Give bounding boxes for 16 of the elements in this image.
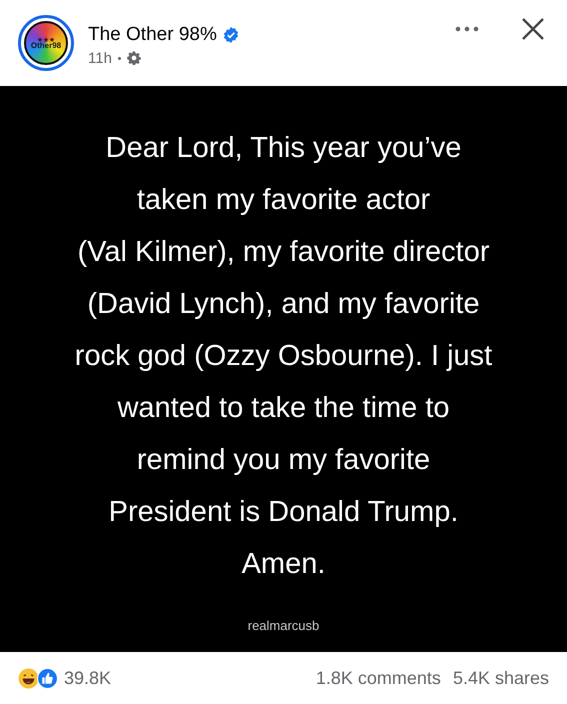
gear-icon <box>126 51 141 65</box>
stars-icon <box>37 36 55 42</box>
page-name[interactable]: The Other 98% <box>88 24 217 46</box>
more-icon <box>455 26 479 32</box>
image-credit: realmarcusb <box>248 618 320 633</box>
logo-text: Other98 <box>30 42 62 50</box>
like-icon <box>37 668 58 688</box>
shares-count[interactable]: 5.4K shares <box>452 668 549 688</box>
laughing-emoji-icon <box>18 668 39 688</box>
comments-count[interactable]: 1.8K comments <box>316 668 441 688</box>
reaction-count[interactable]: 39.8K <box>64 668 112 688</box>
page-avatar[interactable]: Other98 <box>18 15 74 71</box>
post-time[interactable]: 11h <box>88 50 112 66</box>
post-text: Dear Lord, This year you’ve taken my favorite actor (Val Kilmer), my favorite director (David Lynch), and my favorite rock god (Ozzy Osbourne). I just wanted to take the time to remind you my favorite President is Donald Trump. Amen. <box>74 131 492 582</box>
separator-dot-icon <box>118 56 121 60</box>
close-icon <box>521 17 545 41</box>
